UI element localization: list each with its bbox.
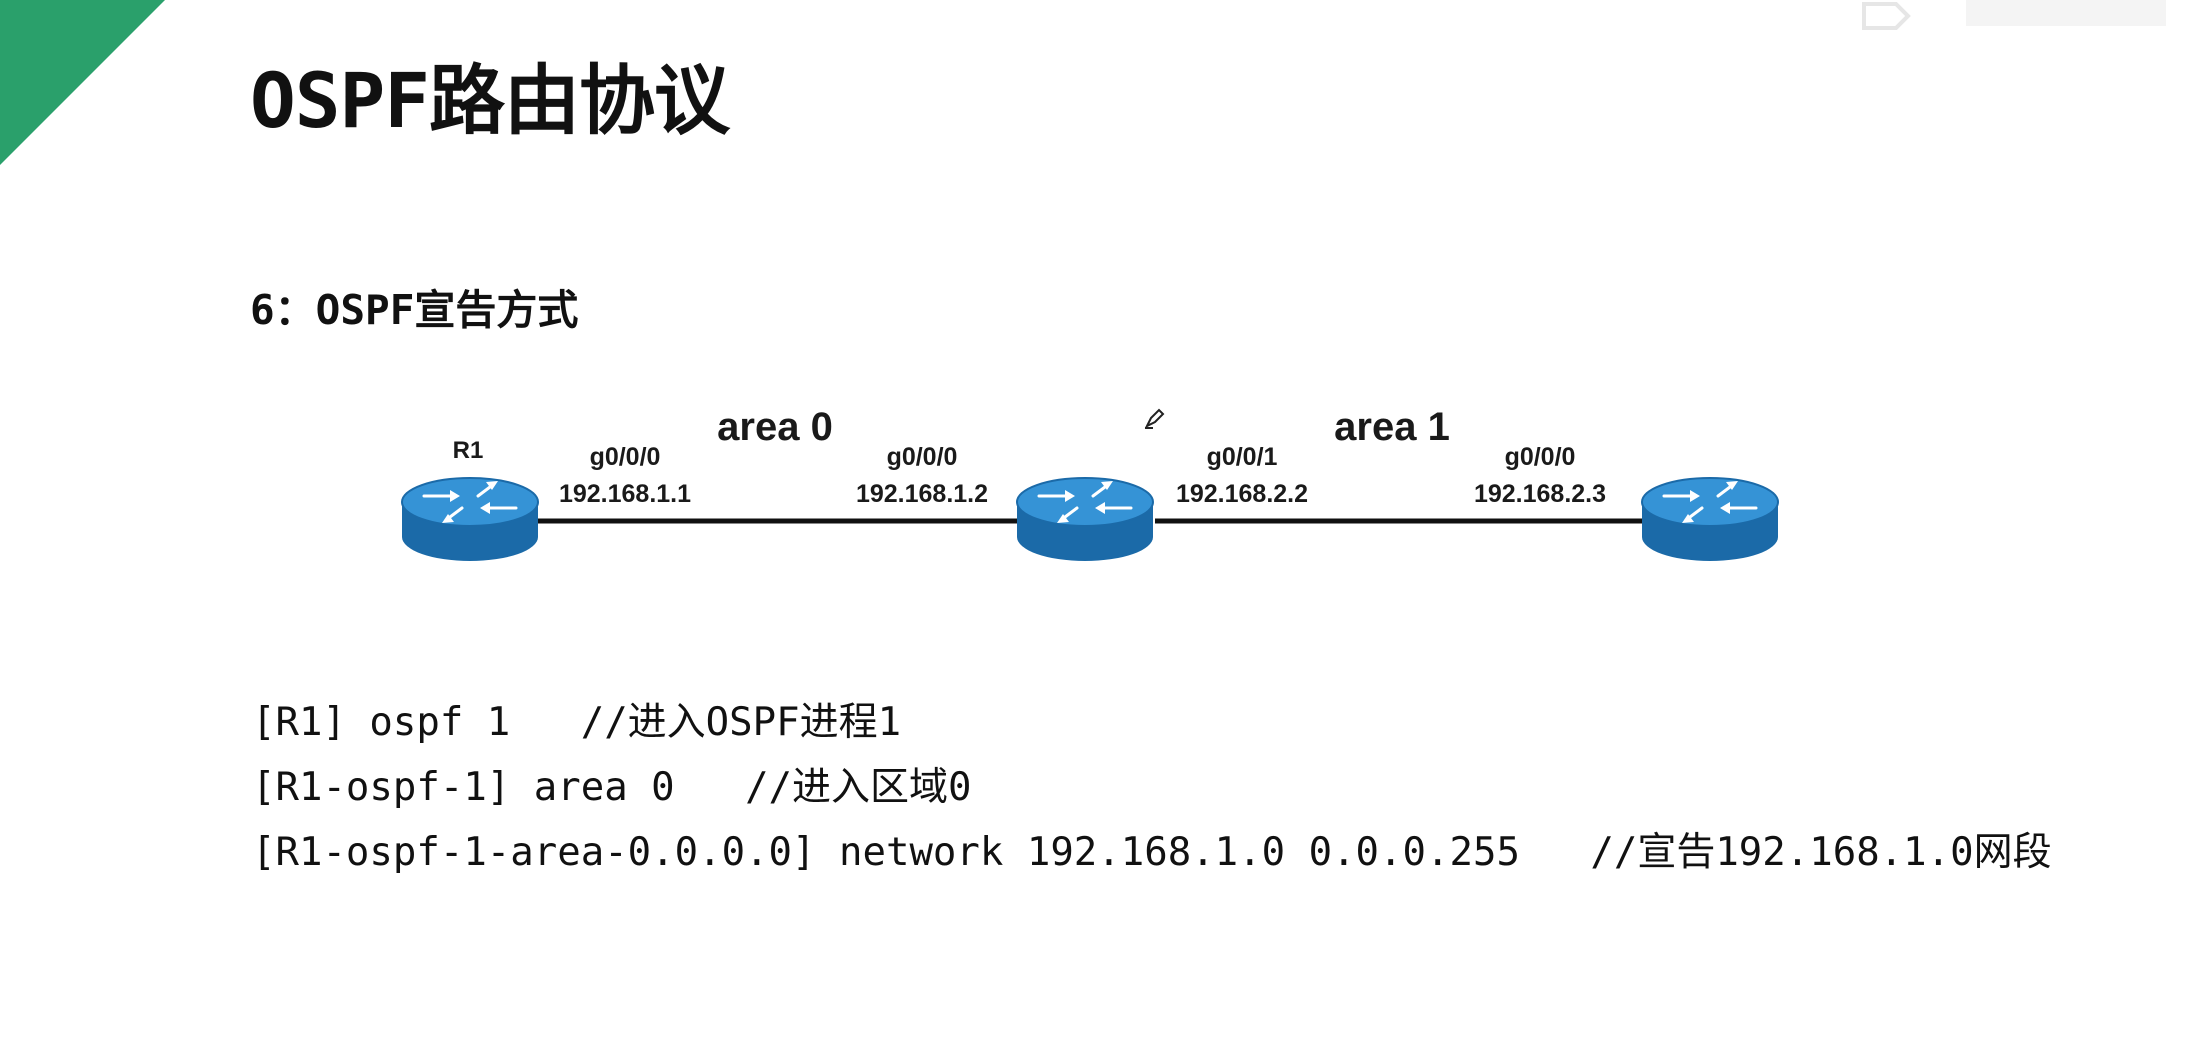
router-r1-icon	[400, 476, 540, 563]
command-line: [R1-ospf-1] area 0 //进入区域0	[252, 765, 972, 810]
slide: OSPF路由协议 6：OSPF宣告方式 R1 area 0 area 1 g0/…	[0, 0, 2186, 1061]
logo-watermark-icon	[1862, 0, 2166, 30]
pen-cursor-icon	[1144, 408, 1165, 429]
interface-port-4: g0/0/0	[1505, 443, 1576, 471]
area-1-label: area 1	[1334, 405, 1450, 449]
interface-ip-1: 192.168.1.1	[559, 480, 691, 508]
interface-ip-4: 192.168.2.3	[1474, 480, 1606, 508]
network-topology-diagram: R1 area 0 area 1 g0/0/0 g0/0/0 g0/0/1 g0…	[400, 405, 1780, 563]
router-3-icon	[1640, 476, 1780, 563]
page-title: OSPF路由协议	[250, 56, 730, 145]
router-r1-label: R1	[453, 437, 484, 464]
router-2-icon	[1015, 476, 1155, 563]
command-line: [R1-ospf-1-area-0.0.0.0] network 192.168…	[252, 830, 2052, 875]
interface-ip-2: 192.168.1.2	[856, 480, 988, 508]
corner-accent-icon	[0, 0, 165, 165]
command-list: [R1] ospf 1 //进入OSPF进程1 [R1-ospf-1] area…	[252, 690, 2052, 885]
section-subtitle: 6：OSPF宣告方式	[250, 286, 579, 334]
interface-ip-3: 192.168.2.2	[1176, 480, 1308, 508]
command-line: [R1] ospf 1 //进入OSPF进程1	[252, 700, 902, 745]
interface-port-3: g0/0/1	[1207, 443, 1278, 471]
interface-port-1: g0/0/0	[590, 443, 661, 471]
area-0-label: area 0	[717, 405, 833, 449]
interface-port-2: g0/0/0	[887, 443, 958, 471]
